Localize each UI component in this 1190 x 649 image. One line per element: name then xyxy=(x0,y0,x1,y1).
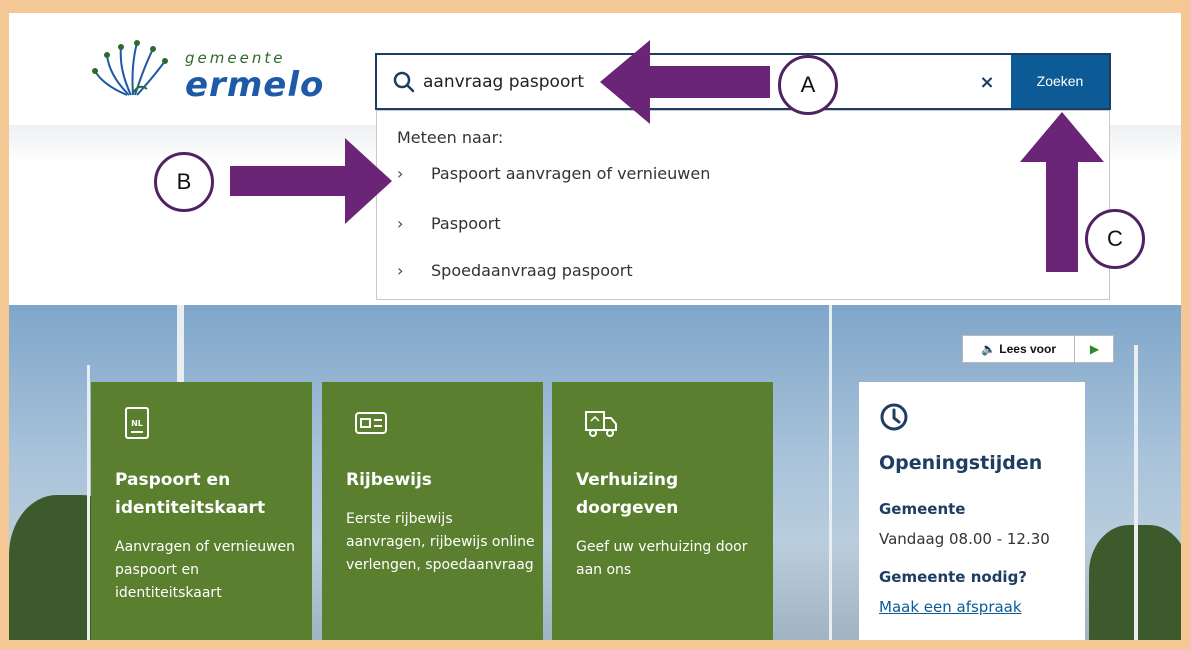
tile-title: Rijbewijs xyxy=(346,470,432,490)
search-input[interactable] xyxy=(423,63,963,101)
suggestion-item[interactable]: › Spoedaanvraag paspoort xyxy=(397,261,1057,291)
play-icon[interactable]: ▶ xyxy=(1076,336,1113,362)
hero-harbor-photo: 🔈 Lees voor ▶ NL Paspoort en identiteits… xyxy=(9,305,1181,640)
read-aloud-label: Lees voor xyxy=(999,342,1056,356)
opening-hours-card: Openingstijden Gemeente Vandaag 08.00 - … xyxy=(859,382,1085,640)
peacock-logo-icon xyxy=(92,40,168,96)
svg-text:NL: NL xyxy=(131,419,143,428)
annotation-marker-c: C xyxy=(1085,209,1145,269)
id-card-icon xyxy=(355,412,387,434)
tile-title: Paspoort en identiteitskaart xyxy=(115,470,266,518)
tile-moving[interactable]: Verhuizing doorgeven Geef uw verhuizing … xyxy=(552,382,773,640)
clock-icon xyxy=(880,403,908,431)
chevron-right-icon: › xyxy=(397,261,404,280)
photo-mast xyxy=(829,305,832,640)
hours-today: Vandaag 08.00 - 12.30 xyxy=(879,530,1050,548)
search-suggestions-dropdown: Meteen naar: › Paspoort aanvragen of vern… xyxy=(376,110,1110,300)
photo-mast xyxy=(87,365,90,640)
suggestions-heading: Meteen naar: xyxy=(397,128,504,147)
photo-mast xyxy=(1134,345,1138,640)
search-bar: × Zoeken xyxy=(375,53,1111,110)
tile-passport[interactable]: NL Paspoort en identiteitskaart Aanvrage… xyxy=(91,382,312,640)
chevron-right-icon: › xyxy=(397,164,404,183)
chevron-right-icon: › xyxy=(397,214,404,233)
suggestion-label: Paspoort aanvragen of vernieuwen xyxy=(431,164,711,183)
annotation-marker-a: A xyxy=(778,55,838,115)
tile-title: Verhuizing doorgeven xyxy=(576,470,679,518)
speaker-icon: 🔈 xyxy=(981,342,996,356)
hours-section-heading: Gemeente nodig? xyxy=(879,568,1028,586)
clear-search-button[interactable]: × xyxy=(973,69,1001,97)
suggestion-item[interactable]: › Paspoort aanvragen of vernieuwen xyxy=(397,164,1057,194)
tile-description: Geef uw verhuizing door aan ons xyxy=(576,539,748,578)
passport-icon: NL xyxy=(125,407,149,439)
read-aloud-widget: 🔈 Lees voor ▶ xyxy=(962,335,1114,363)
site-header: gemeente ermelo × Zoeken xyxy=(9,13,1181,125)
opening-hours-title: Openingstijden xyxy=(879,452,1043,474)
suggestion-label: Spoedaanvraag paspoort xyxy=(431,261,633,280)
suggestion-label: Paspoort xyxy=(431,214,501,233)
moving-truck-icon xyxy=(585,411,617,437)
hours-section-heading: Gemeente xyxy=(879,500,966,518)
suggestion-item[interactable]: › Paspoort xyxy=(397,214,1057,244)
annotation-marker-b: B xyxy=(154,152,214,212)
tile-description: Aanvragen of vernieuwen paspoort en iden… xyxy=(115,539,296,601)
make-appointment-link[interactable]: Maak een afspraak xyxy=(879,598,1022,616)
site-logo[interactable]: gemeente ermelo xyxy=(89,35,349,115)
tile-description: Eerste rijbewijs aanvragen, rijbewijs on… xyxy=(346,511,535,573)
tile-driving-license[interactable]: Rijbewijs Eerste rijbewijs aanvragen, ri… xyxy=(322,382,543,640)
search-icon xyxy=(393,71,415,93)
read-aloud-button[interactable]: 🔈 Lees voor xyxy=(963,336,1075,362)
browser-viewport: gemeente ermelo × Zoeken Meteen naar: › P… xyxy=(9,13,1181,640)
logo-text-large: ermelo xyxy=(185,65,325,105)
search-button[interactable]: Zoeken xyxy=(1011,55,1109,108)
